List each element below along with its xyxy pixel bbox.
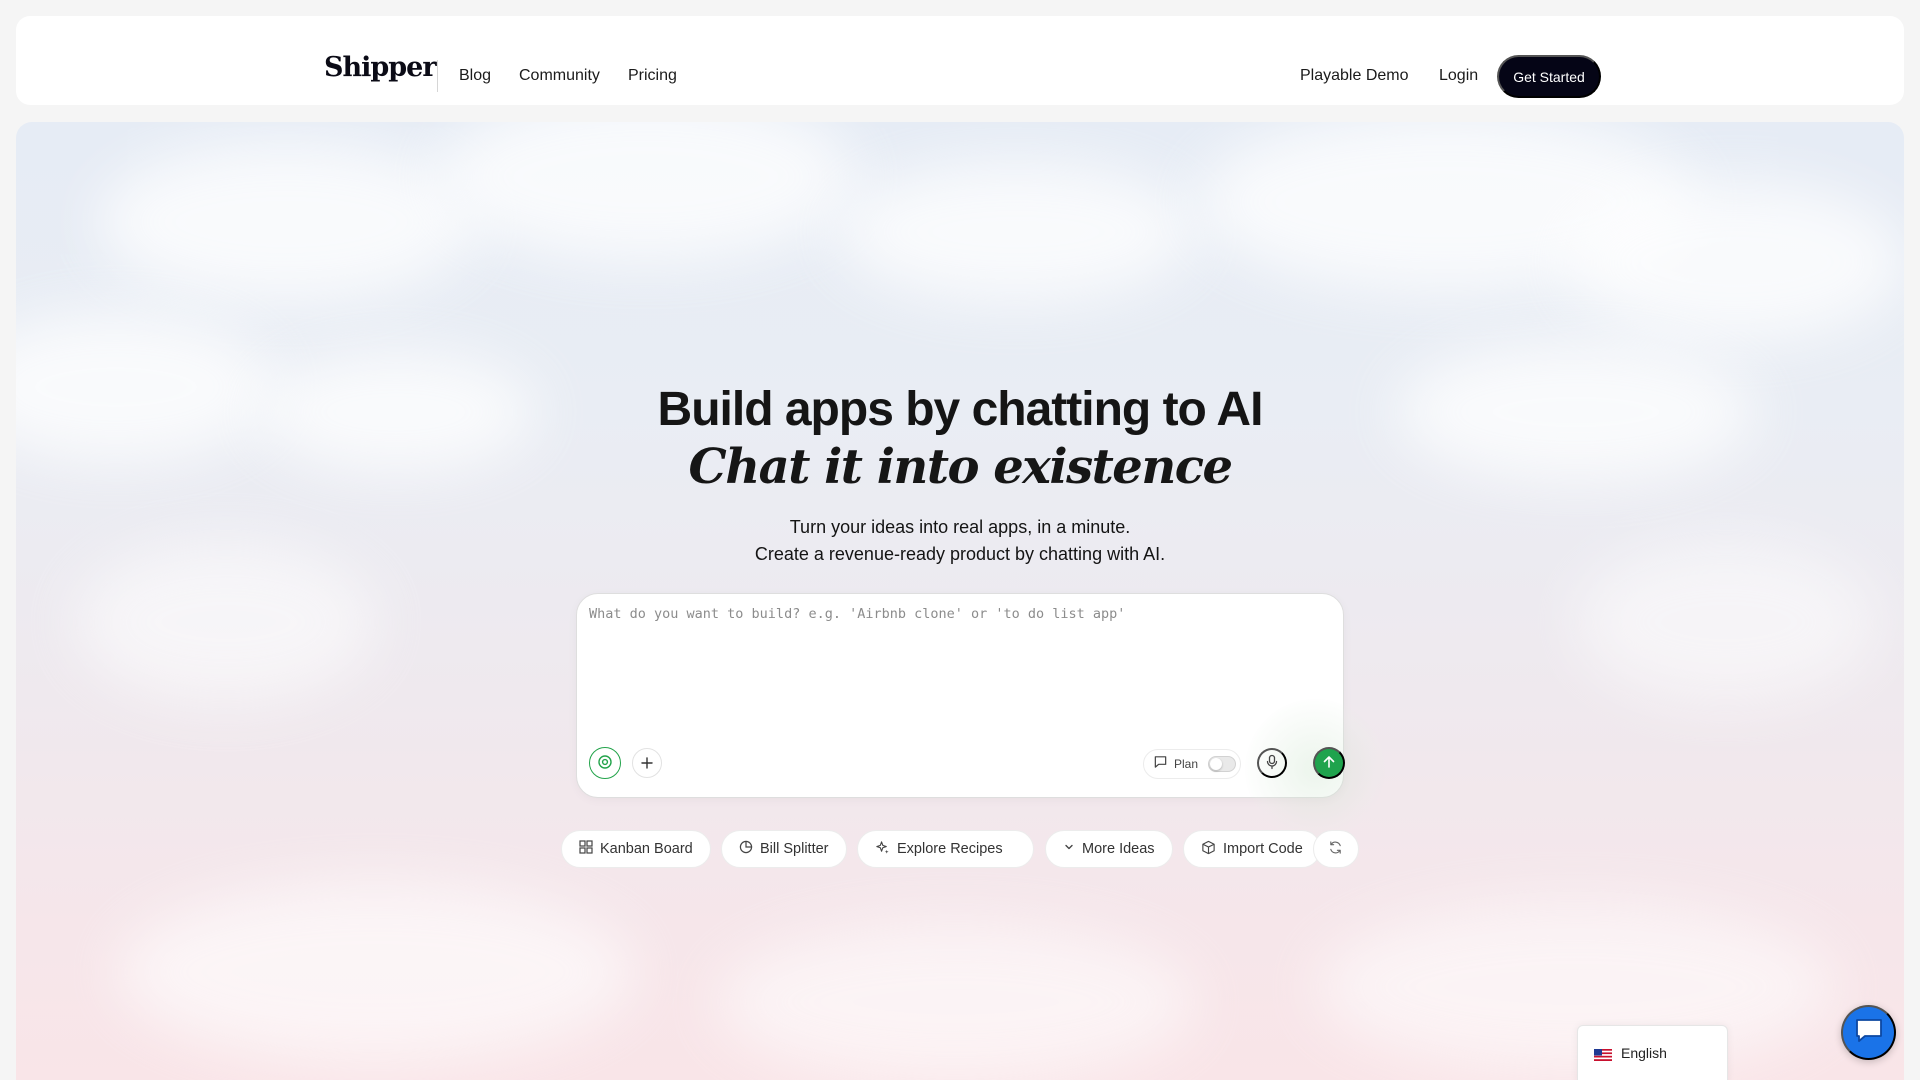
site-header: Shipper Blog Community Pricing Playable … — [16, 16, 1904, 105]
us-flag-icon — [1594, 1048, 1612, 1061]
add-attachment-button[interactable] — [632, 748, 662, 778]
target-button[interactable] — [589, 747, 621, 779]
hero-headline: Build apps by chatting to AI — [657, 383, 1264, 436]
microphone-icon — [1264, 754, 1280, 773]
hero-subheadline: Chat it into existence — [688, 439, 1233, 495]
nav-link-community[interactable]: Community — [519, 67, 600, 85]
plan-switch[interactable] — [1208, 756, 1237, 772]
prompt-card: Plan — [576, 593, 1385, 839]
sparkle-icon — [875, 840, 890, 859]
package-icon — [1201, 840, 1216, 859]
nav-link-login[interactable]: Login — [1439, 67, 1478, 85]
plus-icon — [641, 753, 653, 774]
plan-label: Plan — [1174, 757, 1199, 771]
microphone-button[interactable] — [1257, 748, 1287, 778]
target-icon — [597, 754, 613, 773]
logo[interactable]: Shipper — [324, 54, 437, 81]
logo-divider — [437, 60, 438, 92]
prompt-input[interactable] — [589, 606, 1329, 736]
chip-kanban-board[interactable]: Kanban Board — [561, 830, 711, 868]
nav-link-playable-demo[interactable]: Playable Demo — [1300, 67, 1409, 85]
hero-tagline-line2: Create a revenue-ready product by chatti… — [754, 544, 1166, 564]
chevron-down-icon — [1063, 841, 1075, 857]
chip-bill-splitter[interactable]: Bill Splitter — [721, 830, 847, 868]
chip-import-code[interactable]: Import Code — [1183, 830, 1321, 868]
arrow-up-icon — [1322, 755, 1336, 772]
nav-link-blog[interactable]: Blog — [459, 67, 491, 85]
grid-icon — [579, 840, 593, 858]
chip-explore-recipes[interactable]: Explore Recipes — [857, 830, 1034, 868]
chip-more-ideas[interactable]: More Ideas — [1045, 830, 1173, 868]
pie-chart-icon — [739, 840, 753, 858]
refresh-icon — [1328, 840, 1343, 859]
chip-label: More Ideas — [1082, 841, 1155, 857]
language-label: English — [1621, 1045, 1667, 1061]
plan-toggle[interactable]: Plan — [1143, 749, 1241, 779]
hero-tagline-line1: Turn your ideas into real apps, in a min… — [789, 517, 1131, 537]
chat-bubble-icon — [1854, 1017, 1884, 1048]
hero-section: Build apps by chatting to AI Chat it int… — [16, 122, 1904, 1080]
suggestion-chips: Kanban Board Bill Splitter Explore Recip… — [16, 830, 1904, 868]
send-button[interactable] — [1313, 747, 1345, 779]
get-started-button[interactable]: Get Started — [1497, 55, 1601, 98]
chip-label: Import Code — [1223, 841, 1303, 857]
chip-label: Kanban Board — [600, 841, 693, 857]
chip-label: Explore Recipes — [897, 841, 1003, 857]
chip-label: Bill Splitter — [760, 841, 829, 857]
nav-link-pricing[interactable]: Pricing — [628, 67, 677, 85]
chat-icon — [1153, 754, 1168, 774]
chat-support-button[interactable] — [1841, 1005, 1896, 1060]
language-selector[interactable]: English — [1577, 1025, 1728, 1080]
refresh-suggestions-button[interactable] — [1313, 830, 1359, 868]
